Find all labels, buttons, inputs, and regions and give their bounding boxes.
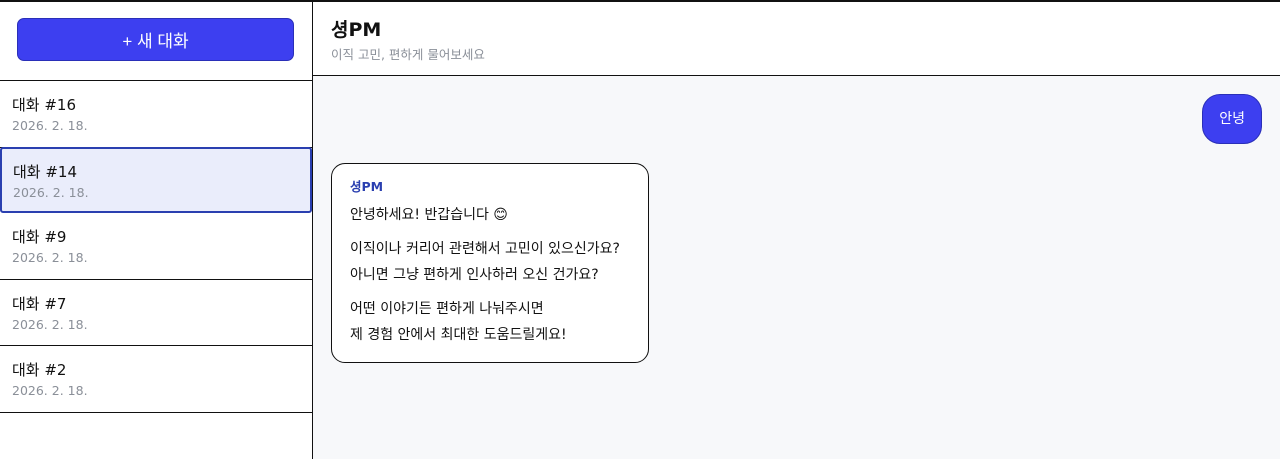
conversation-date: 2026. 2. 18. xyxy=(12,316,88,332)
new-chat-area: + 새 대화 xyxy=(0,2,312,81)
conversation-date: 2026. 2. 18. xyxy=(13,184,89,200)
bot-line: 이직이나 커리어 관련해서 고민이 있으신가요? xyxy=(350,241,620,257)
main-panel: 셩PM 이직 고민, 편하게 물어보세요 안녕 셩PM 안녕하세요! 반갑습니다… xyxy=(313,2,1280,459)
sidebar: + 새 대화 대화 #16 2026. 2. 18. 대화 #14 2026. … xyxy=(0,2,313,459)
conversation-date: 2026. 2. 18. xyxy=(12,383,88,398)
chat-subtitle: 이직 고민, 편하게 물어보세요 xyxy=(331,47,485,62)
conversation-item[interactable]: 대화 #7 2026. 2. 18. xyxy=(0,280,312,346)
conversation-item-active[interactable]: 대화 #14 2026. 2. 18. xyxy=(0,146,312,213)
bot-line: 아니면 그냥 편하게 인사하러 오신 건가요? xyxy=(350,267,599,283)
chat-header: 셩PM 이직 고민, 편하게 물어보세요 xyxy=(313,2,1280,76)
conversation-date: 2026. 2. 18. xyxy=(12,118,88,133)
bot-line: 어떤 이야기든 편하게 나눠주시면 xyxy=(350,301,544,317)
bot-message-bubble: 셩PM 안녕하세요! 반갑습니다 😊 이직이나 커리어 관련해서 고민이 있으신… xyxy=(331,163,649,363)
bot-name: 셩PM xyxy=(350,179,384,194)
bot-line: 안녕하세요! 반갑습니다 😊 xyxy=(350,207,508,223)
conversation-item[interactable]: 대화 #16 2026. 2. 18. xyxy=(0,81,312,148)
conversation-title: 대화 #9 xyxy=(12,228,67,246)
conversation-list: 대화 #16 2026. 2. 18. 대화 #14 2026. 2. 18. … xyxy=(0,81,312,413)
new-chat-button[interactable]: + 새 대화 xyxy=(17,18,294,61)
conversation-item[interactable]: 대화 #2 2026. 2. 18. xyxy=(0,346,312,413)
conversation-title: 대화 #7 xyxy=(12,294,67,313)
user-message-bubble: 안녕 xyxy=(1202,94,1262,144)
bot-paragraph: 안녕하세요! 반갑습니다 😊 xyxy=(350,202,630,228)
message-area[interactable]: 안녕 셩PM 안녕하세요! 반갑습니다 😊 이직이나 커리어 관련해서 고민이 … xyxy=(313,76,1280,459)
conversation-title: 대화 #14 xyxy=(13,162,78,181)
conversation-title: 대화 #16 xyxy=(12,96,77,114)
bot-line: 제 경험 안에서 최대한 도움드릴게요! xyxy=(350,327,567,343)
bot-paragraph: 이직이나 커리어 관련해서 고민이 있으신가요? 아니면 그냥 편하게 인사하러… xyxy=(350,236,630,288)
conversation-date: 2026. 2. 18. xyxy=(12,250,88,265)
conversation-title: 대화 #2 xyxy=(12,361,67,379)
chat-title: 셩PM xyxy=(331,19,382,41)
app-window: + 새 대화 대화 #16 2026. 2. 18. 대화 #14 2026. … xyxy=(0,0,1280,459)
conversation-item[interactable]: 대화 #9 2026. 2. 18. xyxy=(0,213,312,280)
bot-paragraph: 어떤 이야기든 편하게 나눠주시면 제 경험 안에서 최대한 도움드릴게요! xyxy=(350,296,630,348)
